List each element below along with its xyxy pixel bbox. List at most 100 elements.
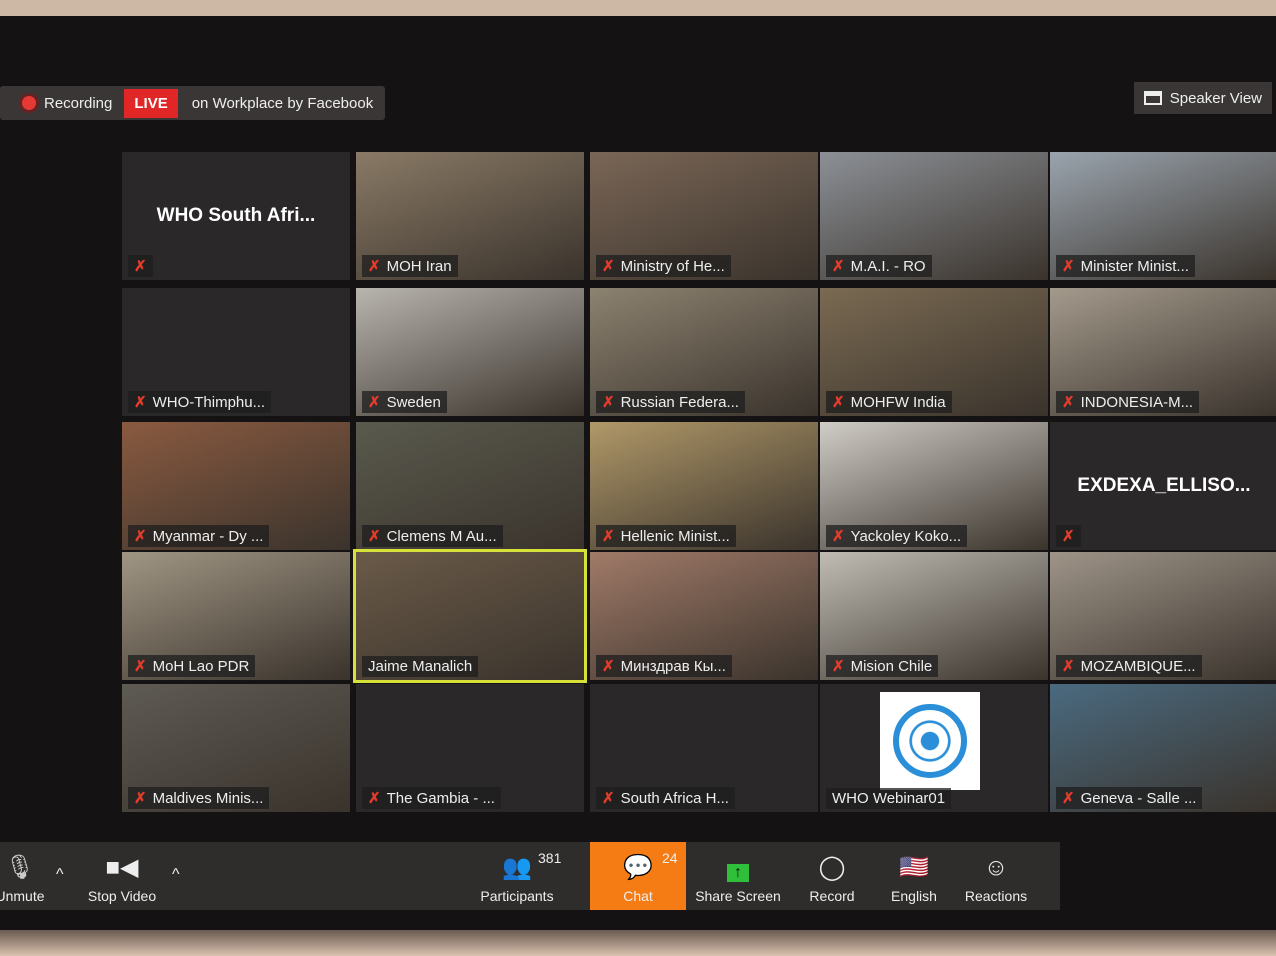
mic-muted-icon: ✗ [832, 658, 845, 675]
participant-name-label: ✗ MOZAMBIQUE... [1056, 655, 1202, 677]
participant-tile[interactable]: ✗ Yackoley Koko... [820, 422, 1048, 550]
participant-name: WHO Webinar01 [832, 790, 946, 807]
participant-tile[interactable]: ✗ M.A.I. - RO [820, 152, 1048, 280]
participant-tile[interactable]: Jaime Manalich [353, 549, 587, 683]
participant-tile[interactable]: ✗ MoH Lao PDR [122, 552, 350, 680]
record-label: Record [809, 888, 855, 904]
participant-name: Russian Federa... [620, 393, 739, 411]
video-options-caret[interactable]: ^ [172, 866, 180, 884]
speaker-view-button[interactable]: Speaker View [1133, 82, 1272, 114]
participants-count: 381 [538, 850, 562, 866]
mic-muted-icon: ✗ [1062, 790, 1075, 807]
participant-name-label: ✗ Russian Federa... [596, 391, 745, 413]
participant-name: Myanmar - Dy ... [152, 527, 264, 545]
monitor-bezel-bottom [0, 930, 1276, 956]
participant-name-large: WHO South Afri... [156, 205, 316, 226]
participant-name: Geneva - Salle ... [1080, 789, 1197, 807]
participant-tile[interactable]: ✗ MOZAMBIQUE... [1050, 552, 1276, 680]
participant-name-label: ✗ [1056, 525, 1081, 547]
recording-label: Recording [44, 94, 113, 112]
participant-tile[interactable]: ✗ Myanmar - Dy ... [122, 422, 350, 550]
mic-muted-icon: ✗ [1062, 528, 1075, 545]
participant-tile[interactable]: ✗ South Africa H... [590, 684, 818, 812]
participant-name: The Gambia - ... [386, 789, 495, 807]
participant-name: MOZAMBIQUE... [1080, 657, 1196, 675]
participant-name-label: ✗ M.A.I. - RO [826, 255, 932, 277]
participant-tile[interactable]: ✗ WHO-Thimphu... [122, 288, 350, 416]
participant-tile[interactable]: ✗ Clemens M Au... [356, 422, 584, 550]
participant-tile[interactable]: ✗ INDONESIA-M... [1050, 288, 1276, 416]
participant-name-label: ✗ Myanmar - Dy ... [128, 525, 270, 547]
participant-name-label: ✗ INDONESIA-M... [1056, 391, 1200, 413]
participant-tile[interactable]: ✗ Minister Minist... [1050, 152, 1276, 280]
participant-name: Hellenic Minist... [620, 527, 730, 545]
participant-name: Maldives Minis... [152, 789, 264, 807]
participant-name-label: ✗ Minister Minist... [1056, 255, 1195, 277]
participant-tile[interactable]: EXDEXA_ELLISO... ✗ [1050, 422, 1276, 550]
participant-name: Ministry of He... [620, 257, 725, 275]
record-dot-icon [22, 96, 36, 110]
participant-tile[interactable]: ✗ Mision Chile [820, 552, 1048, 680]
record-button[interactable]: ◯ Record [800, 842, 864, 910]
participant-name: Mision Chile [850, 657, 933, 675]
participant-name-label: ✗ WHO-Thimphu... [128, 391, 272, 413]
audio-options-caret[interactable]: ^ [56, 866, 64, 884]
participant-tile[interactable]: ✗ Hellenic Minist... [590, 422, 818, 550]
participant-name-label: ✗ Yackoley Koko... [826, 525, 968, 547]
chat-bubble-icon: 💬 [623, 854, 653, 881]
participant-tile[interactable]: ✗ Ministry of He... [590, 152, 818, 280]
participant-name: Jaime Manalich [368, 658, 473, 675]
participant-name-label: ✗ Maldives Minis... [128, 787, 270, 809]
mic-muted-icon: ✗ [134, 258, 147, 275]
participant-name-label: ✗ Sweden [362, 391, 447, 413]
participant-tile[interactable]: WHO South Afri... ✗ [122, 152, 350, 280]
participant-name-label: ✗ Mision Chile [826, 655, 939, 677]
mic-muted-icon: ✗ [134, 658, 147, 675]
participant-name: WHO-Thimphu... [152, 393, 266, 411]
participant-tile[interactable]: ✗ MOH Iran [356, 152, 584, 280]
participant-name-label: ✗ MOHFW India [826, 391, 952, 413]
participant-tile[interactable]: ✗ Минздрав Кы... [590, 552, 818, 680]
participant-name: MOHFW India [850, 393, 946, 411]
mic-muted-icon: ✗ [134, 528, 147, 545]
unmute-button[interactable]: 🎙 Unmute [0, 842, 50, 910]
participant-tile[interactable]: ✗ Russian Federa... [590, 288, 818, 416]
mic-muted-icon: 🎙 [4, 854, 36, 881]
participant-tile[interactable]: ✗ Sweden [356, 288, 584, 416]
chat-unread-count: 24 [662, 850, 678, 866]
participant-name: INDONESIA-M... [1080, 393, 1194, 411]
participant-name: MoH Lao PDR [152, 657, 250, 675]
live-badge[interactable]: LIVE [124, 88, 178, 118]
participant-tile[interactable]: ✗ The Gambia - ... [356, 684, 584, 812]
participant-tile[interactable]: ✗ Maldives Minis... [122, 684, 350, 812]
reactions-button[interactable]: ☺ Reactions [960, 842, 1032, 910]
mic-muted-icon: ✗ [832, 258, 845, 275]
participant-name-label: ✗ Hellenic Minist... [596, 525, 736, 547]
participant-tile[interactable]: ✗ Geneva - Salle ... [1050, 684, 1276, 812]
mic-muted-icon: ✗ [1062, 258, 1075, 275]
zoom-meeting-window: Recording LIVE on Workplace by Facebook … [0, 16, 1276, 930]
participant-name-label: ✗ Ministry of He... [596, 255, 731, 277]
mic-muted-icon: ✗ [832, 528, 845, 545]
meeting-toolbar: 🎙 Unmute ^ ■◀ Stop Video ^ 👥 Participants 3… [0, 842, 1060, 910]
participant-tile[interactable]: WHO Webinar01 [820, 684, 1048, 812]
participant-name: M.A.I. - RO [850, 257, 926, 275]
participant-name-label: ✗ MoH Lao PDR [128, 655, 256, 677]
mic-muted-icon: ✗ [134, 790, 147, 807]
language-interpretation-button[interactable]: 🇺🇸 English [884, 842, 944, 910]
video-camera-icon: ■◀ [105, 854, 139, 881]
speaker-view-icon [1143, 91, 1162, 105]
mic-muted-icon: ✗ [1062, 394, 1075, 411]
participant-name: Minister Minist... [1080, 257, 1189, 275]
participant-name-label: ✗ MOH Iran [362, 255, 458, 277]
monitor-bezel-top [0, 0, 1276, 16]
participant-name-label: ✗ Clemens M Au... [362, 525, 503, 547]
record-icon: ◯ [818, 854, 846, 881]
reactions-smiley-icon: ☺ [983, 854, 1009, 881]
participant-name: Минздрав Кы... [620, 657, 726, 675]
share-screen-button[interactable]: ↑ Share Screen [692, 842, 784, 910]
participant-tile[interactable]: ✗ MOHFW India [820, 288, 1048, 416]
language-label: English [891, 888, 937, 904]
stop-video-button[interactable]: ■◀ Stop Video [82, 842, 162, 910]
live-target: on Workplace by Facebook [191, 94, 374, 112]
